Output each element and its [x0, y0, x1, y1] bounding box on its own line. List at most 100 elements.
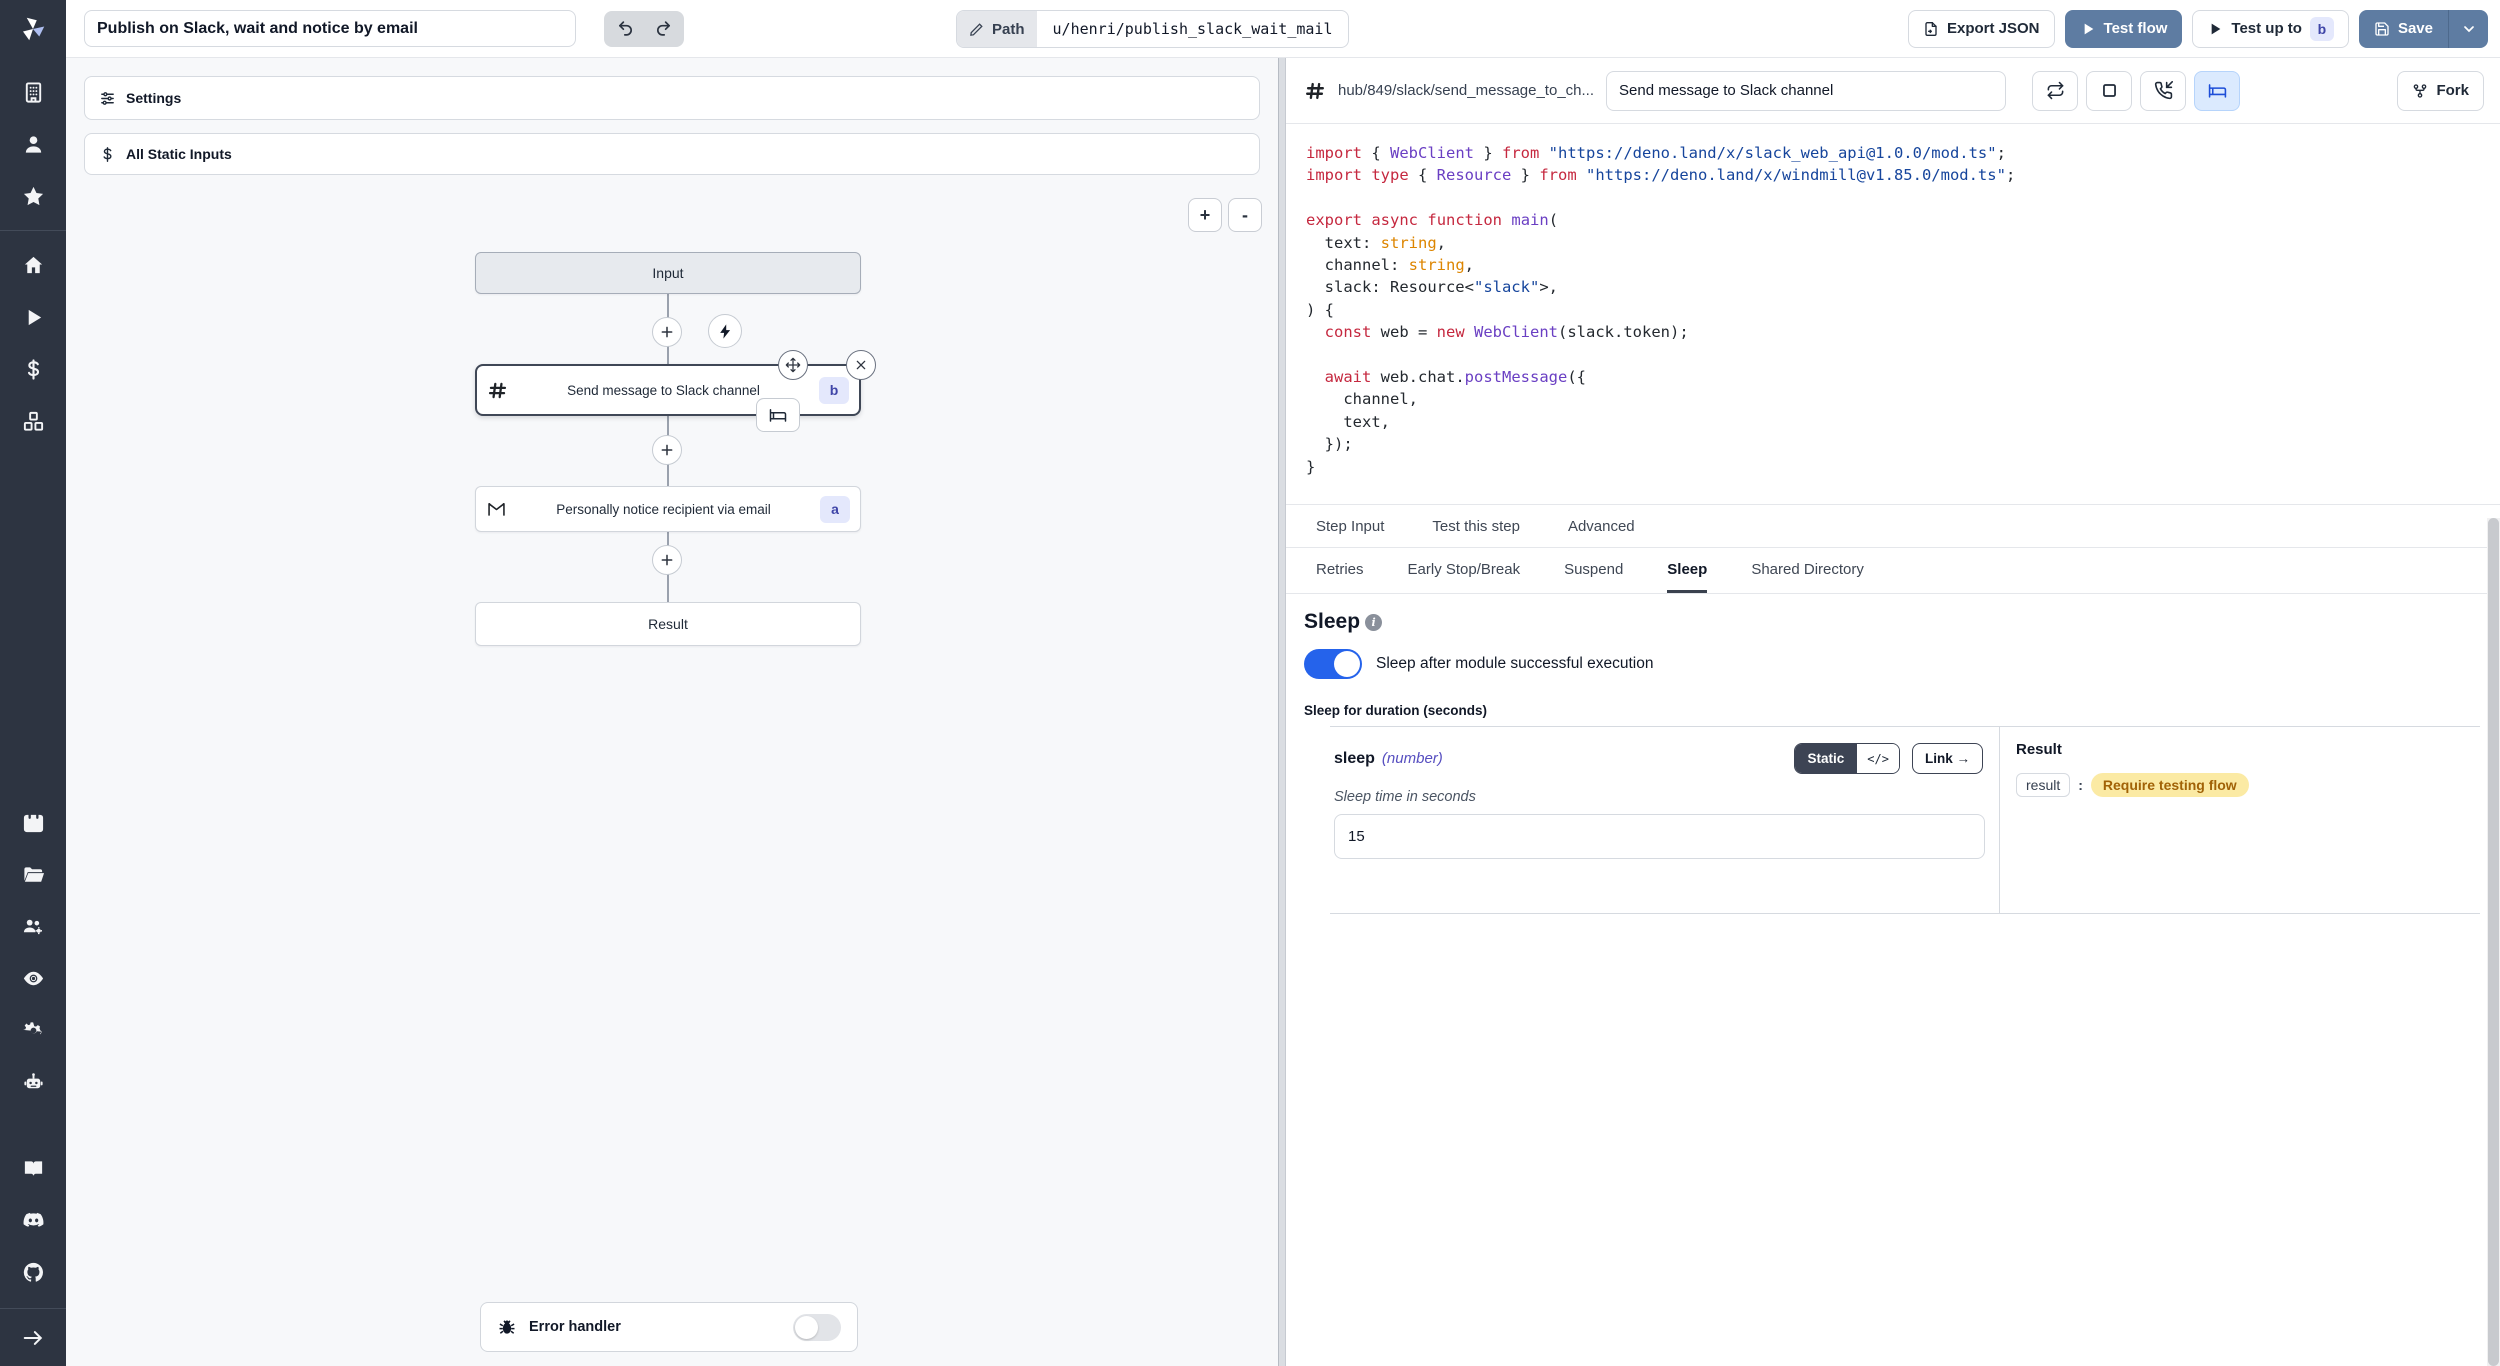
error-handler-toggle[interactable] [793, 1314, 841, 1341]
sleep-field-column: sleep (number) Static </> Link → Sleep t… [1330, 727, 2000, 913]
user-icon[interactable] [0, 118, 66, 170]
flow-settings-bar[interactable]: Settings [84, 76, 1260, 120]
runs-play-icon[interactable] [0, 291, 66, 343]
test-up-to-button[interactable]: Test up to b [2192, 10, 2349, 48]
insert-step-button-1[interactable] [652, 317, 682, 347]
hub-script-path[interactable]: hub/849/slack/send_message_to_ch... [1338, 82, 1594, 99]
tab-sleep[interactable]: Sleep [1667, 548, 1707, 593]
windmill-logo-icon[interactable] [18, 14, 48, 44]
workers-robot-icon[interactable] [0, 1056, 66, 1108]
insert-step-button-3[interactable] [652, 545, 682, 575]
fork-button[interactable]: Fork [2397, 71, 2484, 111]
canvas-zoom-controls: + - [1188, 198, 1262, 232]
result-colon: : [2078, 777, 2083, 793]
static-segment-button[interactable]: Static [1795, 744, 1858, 773]
discord-icon[interactable] [0, 1194, 66, 1246]
windmill-flow-editor: Path u/henri/publish_slack_wait_mail Exp… [0, 0, 2500, 1366]
result-node[interactable]: Result [475, 602, 861, 646]
error-handler-node[interactable]: Error handler [480, 1302, 858, 1352]
panel-resize-splitter[interactable] [1278, 58, 1286, 1366]
step-name-input[interactable] [1606, 71, 2006, 111]
step-tabs-primary: Step Input Test this step Advanced [1286, 504, 2500, 548]
slack-step-id-badge: b [819, 377, 849, 404]
step-feature-buttons [2032, 71, 2240, 111]
save-split-button: Save [2359, 10, 2488, 48]
save-dropdown-caret[interactable] [2448, 10, 2488, 48]
export-json-button[interactable]: Export JSON [1908, 10, 2055, 48]
code-segment-button[interactable]: </> [1857, 744, 1899, 773]
sleep-bed-icon-button[interactable] [2194, 71, 2240, 111]
resources-cubes-icon[interactable] [0, 395, 66, 447]
right-panel-scrollbar[interactable] [2487, 518, 2500, 1366]
save-button[interactable]: Save [2359, 10, 2448, 48]
insert-step-button-2[interactable] [652, 435, 682, 465]
audit-eye-icon[interactable] [0, 952, 66, 1004]
sleep-field-type: (number) [1382, 750, 1443, 767]
step-tabs-advanced: Retries Early Stop/Break Suspend Sleep S… [1286, 548, 2500, 594]
gmail-icon [486, 499, 507, 520]
sleep-duration-label: Sleep for duration (seconds) [1304, 703, 2480, 718]
bug-icon [497, 1317, 517, 1337]
email-step-id-badge: a [820, 496, 850, 523]
result-key-chip[interactable]: result [2016, 773, 2070, 797]
rail-divider [0, 230, 66, 231]
step-detail-panel: hub/849/slack/send_message_to_ch... Fork… [1286, 58, 2500, 1366]
flow-title-input[interactable] [84, 10, 576, 47]
groups-gear-icon[interactable] [0, 900, 66, 952]
sliders-icon [99, 90, 116, 107]
zoom-out-button[interactable]: - [1228, 198, 1262, 232]
sleep-seconds-input[interactable] [1334, 814, 1985, 859]
tab-step-input[interactable]: Step Input [1316, 518, 1384, 535]
zoom-in-button[interactable]: + [1188, 198, 1222, 232]
suspend-phone-icon-button[interactable] [2140, 71, 2186, 111]
retries-repeat-icon-button[interactable] [2032, 71, 2078, 111]
input-node[interactable]: Input [475, 252, 861, 294]
result-value-pill: Require testing flow [2091, 773, 2249, 797]
path-chip[interactable]: Path u/henri/publish_slack_wait_mail [956, 10, 1349, 48]
test-flow-button[interactable]: Test flow [2065, 10, 2183, 48]
expand-rail-arrow-icon[interactable] [0, 1308, 66, 1366]
path-value: u/henri/publish_slack_wait_mail [1037, 11, 1349, 47]
workspace-icon[interactable] [0, 66, 66, 118]
delete-node-button[interactable] [846, 350, 876, 380]
static-code-segmented-control: Static </> [1794, 743, 1900, 774]
home-icon[interactable] [0, 239, 66, 291]
info-icon[interactable]: i [1365, 614, 1382, 631]
email-step-label: Personally notice recipient via email [517, 502, 810, 517]
folders-icon[interactable] [0, 848, 66, 900]
scrollbar-thumb[interactable] [2488, 518, 2499, 1366]
undo-button[interactable] [607, 14, 643, 44]
tab-advanced[interactable]: Advanced [1568, 518, 1635, 535]
move-node-handle-icon[interactable] [778, 350, 808, 380]
trigger-bolt-button[interactable] [708, 314, 742, 348]
tab-retries[interactable]: Retries [1316, 548, 1364, 593]
tab-test-this-step[interactable]: Test this step [1432, 518, 1520, 535]
result-preview-column: Result result : Require testing flow [2000, 727, 2480, 913]
path-label: Path [992, 21, 1025, 38]
sleep-input-hint: Sleep time in seconds [1334, 789, 1983, 805]
variables-dollar-icon[interactable] [0, 343, 66, 395]
tab-suspend[interactable]: Suspend [1564, 548, 1623, 593]
tab-early-stop-break[interactable]: Early Stop/Break [1408, 548, 1521, 593]
result-heading: Result [2016, 741, 2464, 758]
early-stop-square-icon-button[interactable] [2086, 71, 2132, 111]
slack-step-label: Send message to Slack channel [518, 383, 809, 398]
sleep-tab-content: Sleep i Sleep after module successful ex… [1286, 594, 2500, 914]
redo-button[interactable] [645, 14, 681, 44]
error-handler-label: Error handler [529, 1319, 781, 1335]
code-editor[interactable]: import { WebClient } from "https://deno.… [1286, 124, 2500, 492]
slack-icon [1304, 80, 1326, 102]
docs-book-icon[interactable] [0, 1142, 66, 1194]
link-button[interactable]: Link → [1912, 743, 1983, 774]
github-icon[interactable] [0, 1246, 66, 1298]
sleep-toggle[interactable] [1304, 649, 1362, 679]
settings-gear-icon[interactable] [0, 1004, 66, 1056]
step-header: hub/849/slack/send_message_to_ch... Fork [1286, 58, 2500, 124]
schedules-calendar-icon[interactable] [0, 796, 66, 848]
favorites-star-icon[interactable] [0, 170, 66, 222]
email-step-node[interactable]: Personally notice recipient via email a [475, 486, 861, 532]
test-up-to-step-badge: b [2310, 17, 2334, 41]
all-static-inputs-bar[interactable]: All Static Inputs [84, 133, 1260, 175]
tab-shared-directory[interactable]: Shared Directory [1751, 548, 1864, 593]
sleep-indicator-bed-icon[interactable] [756, 398, 800, 432]
